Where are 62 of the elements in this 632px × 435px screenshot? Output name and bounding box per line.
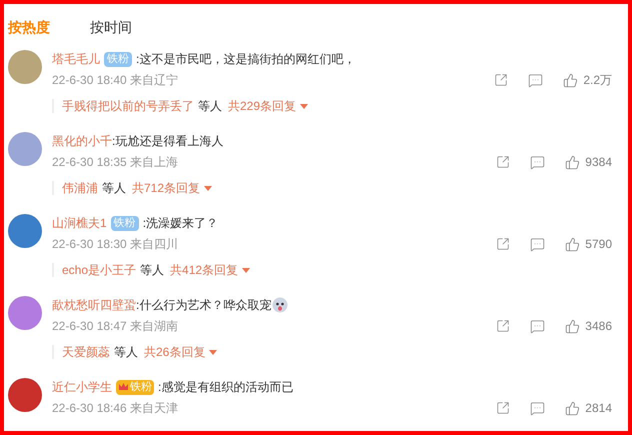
comment-time: 22-6-30 18:40 来自辽宁: [52, 72, 178, 89]
comment-time: 22-6-30 18:46 来自天津: [52, 400, 178, 417]
avatar[interactable]: [8, 296, 42, 330]
reply-user-name[interactable]: 手贱得把以前的号弄丢了: [62, 97, 194, 115]
user-name[interactable]: 塔毛毛儿: [52, 50, 100, 68]
reply-count-link[interactable]: 共229条回复: [228, 97, 308, 115]
caret-down-icon: [209, 350, 218, 354]
sort-tab[interactable]: 按时间: [90, 14, 132, 40]
share-icon[interactable]: [496, 237, 510, 251]
comment-icon[interactable]: [530, 400, 546, 416]
thumbs-up-icon: [565, 236, 580, 252]
avatar[interactable]: [8, 132, 42, 166]
comment-time: 22-6-30 18:47 来自湖南: [52, 318, 178, 335]
caret-down-icon: [204, 186, 212, 190]
avatar[interactable]: [8, 50, 42, 84]
avatar[interactable]: [8, 378, 42, 412]
thumbs-up-icon: [565, 400, 580, 416]
caret-down-icon: [242, 268, 250, 272]
comment-text: :玩尬还是得看上海人: [112, 133, 224, 150]
fan-badge: 铁粉: [110, 216, 139, 230]
user-name[interactable]: 山涧樵夫1: [52, 214, 107, 232]
comment-icon[interactable]: [530, 236, 546, 252]
like-button[interactable]: 2814: [565, 399, 612, 417]
sort-tab[interactable]: 按热度: [8, 14, 50, 40]
user-name[interactable]: 近仁小学生: [52, 378, 112, 396]
share-icon[interactable]: [496, 319, 510, 333]
reply-count-link[interactable]: 共412条回复: [170, 261, 250, 279]
comment-icon[interactable]: [530, 154, 546, 170]
reply-etc-text: 等人: [198, 98, 222, 115]
user-name[interactable]: 黑化的小千: [52, 132, 112, 150]
comment-icon[interactable]: [528, 72, 544, 88]
fan-badge: 铁粉: [116, 380, 154, 394]
comment-time: 22-6-30 18:35 来自上海: [52, 154, 178, 171]
comment-text: :洗澡媛来了？: [142, 215, 218, 232]
fan-badge: 铁粉: [104, 52, 132, 66]
reply-count-link[interactable]: 共712条回复: [132, 179, 212, 197]
like-button[interactable]: 3486: [565, 317, 612, 335]
reply-user-name[interactable]: echo是小王子: [62, 261, 136, 279]
share-icon[interactable]: [494, 73, 508, 87]
user-name[interactable]: 歃枕愁听四壁蛩: [52, 296, 136, 314]
thumbs-up-icon: [565, 154, 580, 170]
reply-count-link[interactable]: 共26条回复: [144, 343, 218, 361]
share-icon[interactable]: [496, 155, 510, 169]
thumbs-up-icon: [565, 318, 580, 334]
like-button[interactable]: 5790: [565, 235, 612, 253]
share-icon[interactable]: [496, 401, 510, 415]
reply-etc-text: 等人: [140, 262, 164, 279]
reply-user-name[interactable]: 伟浦浦: [62, 179, 98, 197]
reply-etc-text: 等人: [114, 344, 138, 361]
like-button[interactable]: 2.2万: [563, 71, 612, 89]
reply-etc-text: 等人: [102, 180, 126, 197]
comment-text: :这不是市民吧，这是搞街拍的网红们吧，: [136, 51, 356, 68]
comment-time: 22-6-30 18:30 来自四川: [52, 236, 178, 253]
comment-icon[interactable]: [530, 318, 546, 334]
avatar[interactable]: [8, 214, 42, 248]
reply-user-name[interactable]: 天爱颜蕊: [62, 343, 110, 361]
thumbs-up-icon: [563, 72, 578, 88]
comment-text: :什么行为艺术？哗众取宠: [136, 297, 272, 314]
comment-text: :感觉是有组织的活动而已: [158, 379, 294, 396]
like-button[interactable]: 9384: [565, 153, 612, 171]
caret-down-icon: [300, 104, 308, 108]
crown-icon: [118, 382, 129, 392]
